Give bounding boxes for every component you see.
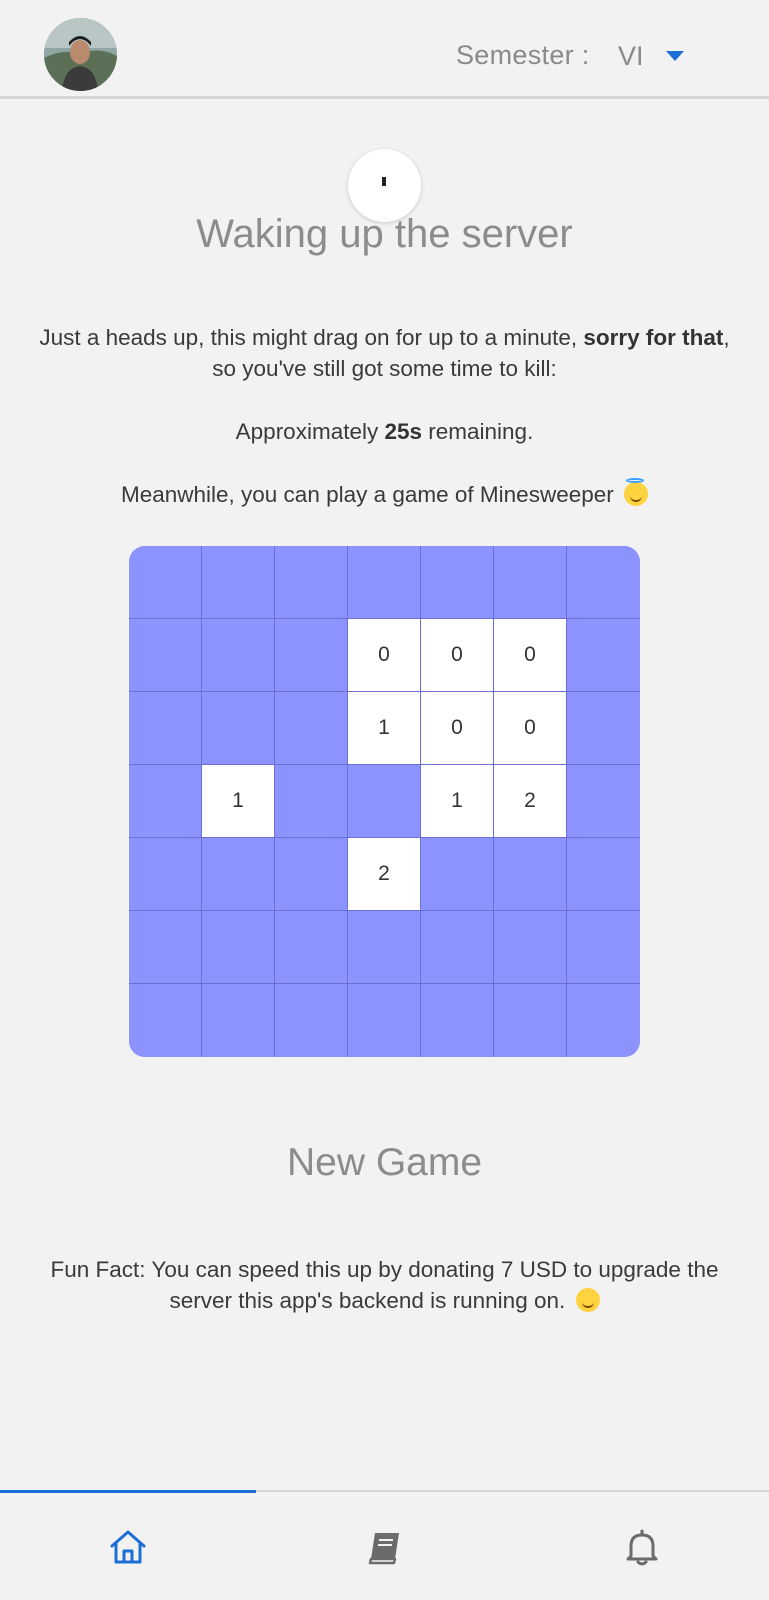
nav-home[interactable] [98, 1522, 158, 1572]
board-cell[interactable]: 2 [348, 838, 421, 911]
board-cell[interactable] [129, 692, 202, 765]
board-cell[interactable] [567, 838, 640, 911]
board-cell[interactable] [567, 692, 640, 765]
board-cell[interactable] [494, 911, 567, 984]
board-cell[interactable] [275, 911, 348, 984]
board-cell[interactable] [421, 838, 494, 911]
nav-books[interactable] [355, 1522, 415, 1572]
board-cell[interactable] [348, 984, 421, 1057]
avatar[interactable] [44, 18, 117, 91]
board-cell[interactable] [275, 619, 348, 692]
board-cell[interactable] [129, 765, 202, 838]
top-bar: Semester : VI [0, 0, 769, 99]
new-game-button[interactable]: New Game [0, 1141, 769, 1185]
board-cell[interactable] [129, 984, 202, 1057]
board-cell[interactable] [129, 911, 202, 984]
notice-text: Just a heads up, this might drag on for … [30, 322, 739, 384]
semester-label: Semester : [456, 40, 590, 70]
board-cell[interactable] [202, 838, 275, 911]
book-icon [368, 1533, 399, 1565]
remaining-value: 25s [384, 419, 423, 444]
board-cell[interactable] [567, 765, 640, 838]
board-cell[interactable] [567, 546, 640, 619]
board-cell[interactable]: 0 [348, 619, 421, 692]
bottom-navigation [0, 1490, 769, 1600]
board-cell[interactable] [494, 546, 567, 619]
board-cell[interactable] [275, 765, 348, 838]
minesweeper-board: 0001001122 [129, 546, 640, 1057]
remaining-suffix: remaining. [422, 419, 534, 444]
loading-title: Waking up the server [196, 212, 573, 256]
board-cell[interactable] [275, 838, 348, 911]
board-cell[interactable] [348, 911, 421, 984]
meanwhile-label: Meanwhile, you can play a game of Minesw… [120, 482, 614, 507]
slightly-smiling-face-icon [575, 1288, 600, 1312]
board-cell[interactable]: 0 [421, 619, 494, 692]
fun-fact-text: Fun Fact: You can speed this up by donat… [30, 1254, 739, 1316]
semester-value: VI [618, 40, 644, 71]
board-cell[interactable]: 0 [421, 692, 494, 765]
board-cell[interactable] [202, 619, 275, 692]
board-cell[interactable] [129, 546, 202, 619]
board-cell[interactable] [275, 984, 348, 1057]
board-cell[interactable]: 0 [494, 619, 567, 692]
board-cell[interactable] [202, 984, 275, 1057]
board-cell[interactable]: 0 [494, 692, 567, 765]
board-cell[interactable] [202, 911, 275, 984]
board-cell[interactable] [494, 838, 567, 911]
board-cell[interactable] [129, 838, 202, 911]
board-cell[interactable] [567, 911, 640, 984]
app-screen: Semester : VI Waking up the server Just … [0, 0, 769, 1600]
board-cell[interactable] [202, 692, 275, 765]
meanwhile-text: Meanwhile, you can play a game of Minesw… [30, 478, 739, 510]
board-cell[interactable] [129, 619, 202, 692]
board-cell[interactable] [275, 546, 348, 619]
nav-notifications[interactable] [612, 1522, 672, 1572]
board-cell[interactable] [348, 546, 421, 619]
bell-icon [626, 1529, 658, 1566]
profile-photo [44, 18, 117, 91]
board-cell[interactable] [567, 619, 640, 692]
caret-down-icon [665, 51, 684, 61]
smiling-face-with-halo-icon [624, 478, 649, 506]
notice-bold: sorry for that [583, 325, 724, 350]
board-cell[interactable]: 1 [348, 692, 421, 765]
board-cell[interactable]: 1 [421, 765, 494, 838]
home-icon [110, 1530, 146, 1564]
spinner-tick [382, 177, 386, 186]
remaining-text: Approximately 25s remaining. [30, 416, 739, 447]
board-cell[interactable] [202, 546, 275, 619]
board-cell[interactable] [421, 546, 494, 619]
board-cell[interactable] [494, 984, 567, 1057]
board-cell[interactable] [275, 692, 348, 765]
board-cell[interactable] [421, 984, 494, 1057]
remaining-prefix: Approximately [235, 419, 385, 444]
active-tab-indicator [0, 1490, 256, 1493]
semester-dropdown[interactable]: VI [618, 36, 684, 76]
board-cell[interactable] [421, 911, 494, 984]
board-cell[interactable]: 2 [494, 765, 567, 838]
board-cell[interactable]: 1 [202, 765, 275, 838]
fun-fact-label: Fun Fact: You can speed this up by donat… [50, 1257, 719, 1313]
board-cell[interactable] [567, 984, 640, 1057]
notice-part1: Just a heads up, this might drag on for … [39, 325, 584, 350]
board-cell[interactable] [348, 765, 421, 838]
